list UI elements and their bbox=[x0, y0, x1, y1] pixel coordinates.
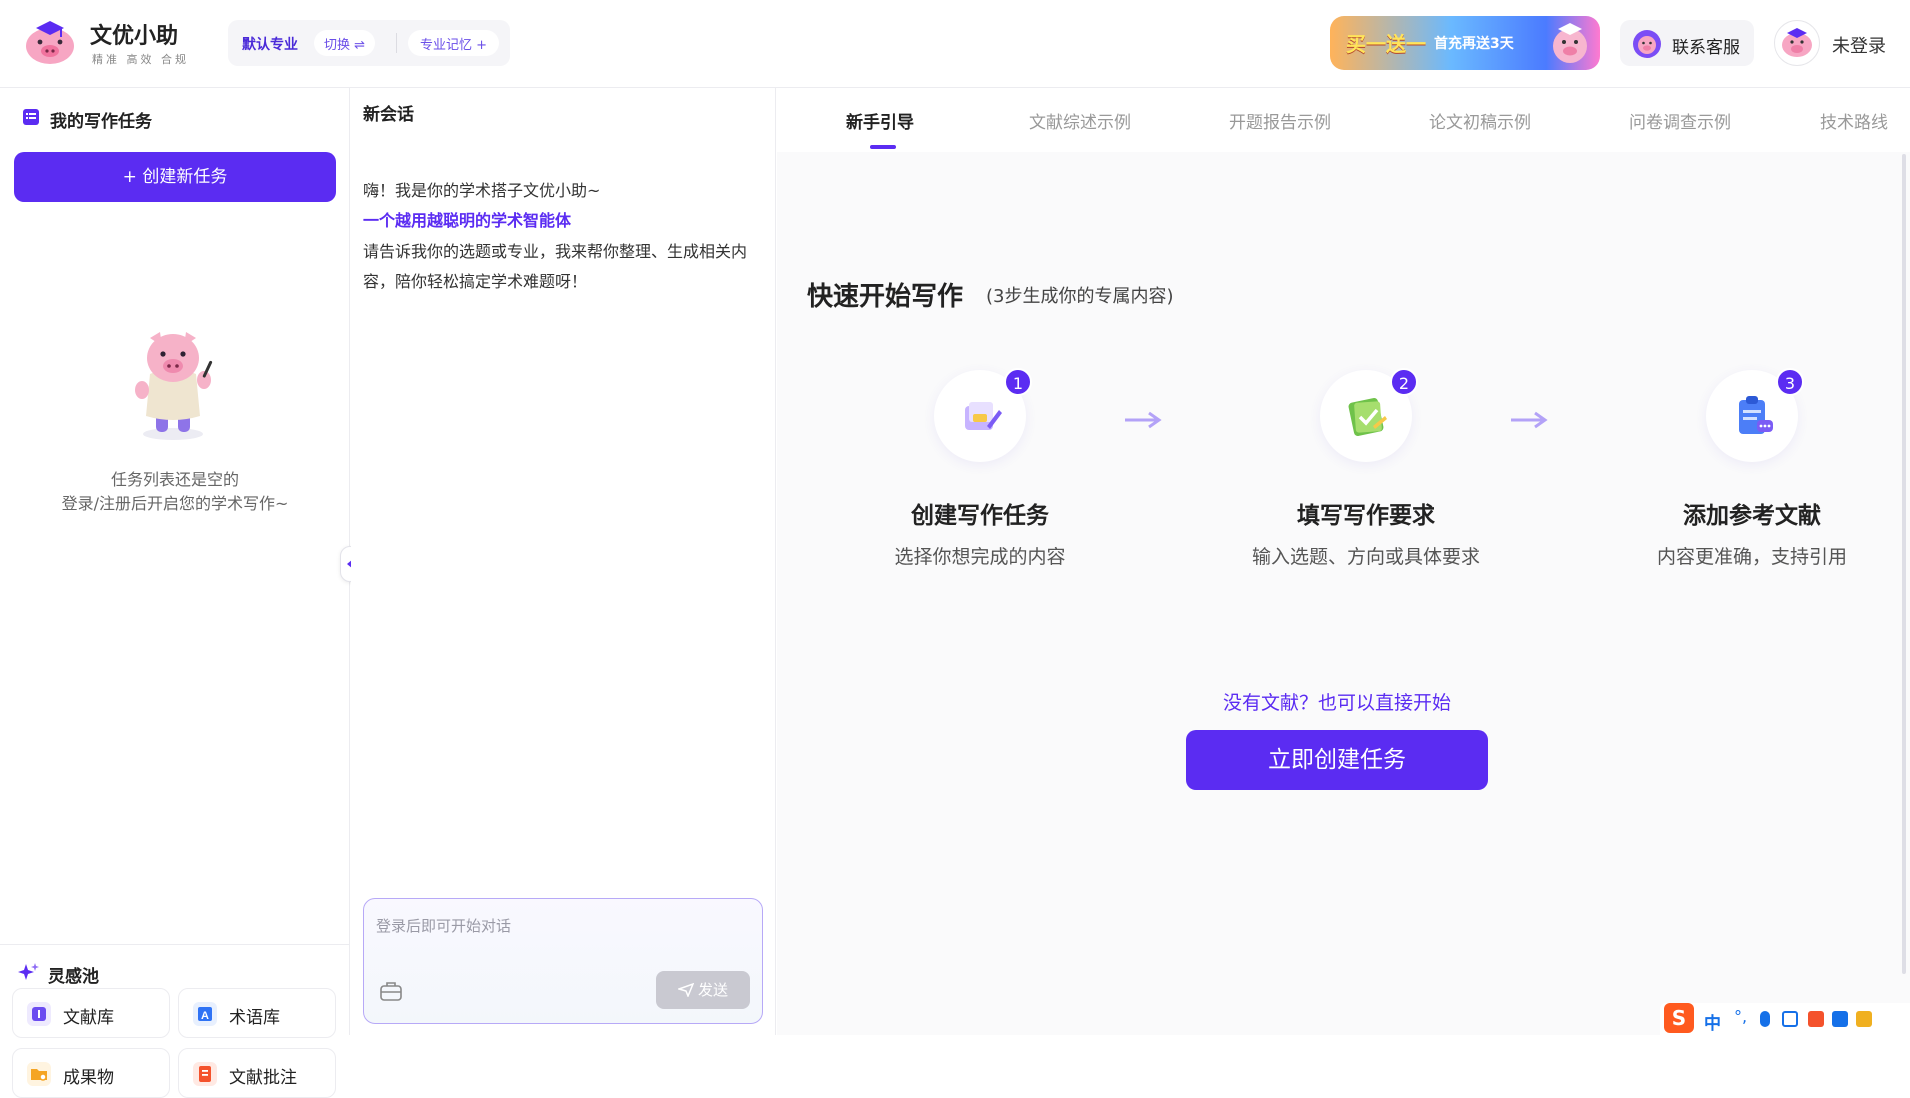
add-references-icon bbox=[1739, 396, 1773, 434]
brand-title: 文优小助 bbox=[90, 24, 179, 49]
inspiration-title: 灵感池 bbox=[48, 967, 99, 987]
step-2-title: 填写写作要求 bbox=[1297, 503, 1435, 529]
tab-lit-review-example[interactable]: 文献综述示例 bbox=[1029, 108, 1131, 133]
ime-chinese-mode[interactable]: 中 bbox=[1704, 1009, 1721, 1034]
main-content: 新手引导 文献综述示例 开题报告示例 论文初稿示例 问卷调查示例 技术路线 快速… bbox=[777, 88, 1910, 1035]
avatar-pig-icon bbox=[1782, 28, 1812, 57]
sidebar-title: 我的写作任务 bbox=[50, 112, 152, 132]
tool-label-glossary: 术语库 bbox=[229, 1008, 280, 1028]
send-icon bbox=[676, 982, 695, 998]
arrow-right-icon bbox=[1511, 411, 1548, 429]
brand-slogan: 精准 高效 合规 bbox=[92, 53, 189, 66]
example-tabs: 新手引导 文献综述示例 开题报告示例 论文初稿示例 问卷调查示例 技术路线 bbox=[777, 88, 1910, 152]
no-literature-link[interactable]: 没有文献？也可以直接开始 bbox=[777, 688, 1897, 715]
empty-state-line1: 任务列表还是空的 bbox=[110, 470, 239, 489]
annotation-button[interactable]: 文献批注 bbox=[178, 1048, 336, 1098]
book-icon bbox=[27, 1002, 51, 1026]
grid-icon[interactable] bbox=[1832, 1011, 1848, 1027]
task-sidebar: 我的写作任务 + 创建新任务 任务列表还是空的 登录/注册后开启您的学术写作~ … bbox=[0, 88, 350, 1098]
tab-proposal-example[interactable]: 开题报告示例 bbox=[1229, 108, 1331, 133]
mode-selector: 默认专业 切换 ⇌ 专业记忆 + bbox=[228, 20, 510, 66]
mode-switch-button[interactable]: 切换 ⇌ bbox=[314, 30, 376, 56]
ime-punctuation[interactable]: °, bbox=[1734, 1007, 1747, 1026]
mode-default-label: 默认专业 bbox=[242, 37, 298, 53]
tab-beginner-guide[interactable]: 新手引导 bbox=[846, 108, 914, 133]
task-list-icon bbox=[23, 109, 39, 125]
promo-subline: 首充再送3天 bbox=[1434, 36, 1514, 52]
step-1-desc: 选择你想完成的内容 bbox=[894, 546, 1066, 568]
empty-state-pig-illustration bbox=[135, 332, 213, 440]
inspiration-divider bbox=[0, 944, 350, 945]
quickstart-subtitle: (3步生成你的专属内容) bbox=[986, 286, 1174, 307]
tool-label-literature: 文献库 bbox=[63, 1008, 114, 1028]
send-label: 发送 bbox=[697, 981, 728, 999]
results-button[interactable]: 成果物 bbox=[12, 1048, 170, 1098]
literature-library-button[interactable]: 文献库 bbox=[12, 988, 170, 1038]
letter-a-icon: A bbox=[193, 1002, 217, 1026]
keyboard-icon[interactable] bbox=[1782, 1011, 1798, 1027]
chat-intro: 请告诉我你的选题或专业，我来帮你整理、生成相关内容，陪你轻松搞定学术难题呀！ bbox=[363, 242, 748, 291]
start-task-button[interactable]: 立即创建任务 bbox=[1186, 730, 1488, 790]
step-2-number: 2 bbox=[1390, 368, 1418, 396]
create-task-button[interactable]: + 创建新任务 bbox=[14, 152, 336, 202]
chat-panel: 新会话 嗨！我是你的学术搭子文优小助~ 一个越用越聪明的学术智能体 请告诉我你的… bbox=[351, 88, 776, 1035]
step-3-number: 3 bbox=[1776, 368, 1804, 396]
top-bar: 文优小助 精准 高效 合规 默认专业 切换 ⇌ 专业记忆 + 买一送一 首充再送… bbox=[0, 0, 1910, 88]
mode-memory-button[interactable]: 专业记忆 + bbox=[408, 30, 500, 56]
contact-support-button[interactable]: 联系客服 bbox=[1620, 20, 1754, 66]
empty-state-line2: 登录/注册后开启您的学术写作~ bbox=[61, 494, 289, 513]
chat-tagline: 一个越用越聪明的学术智能体 bbox=[363, 211, 572, 230]
chat-input-box[interactable]: 登录后即可开始对话 发送 bbox=[363, 898, 763, 1024]
step-3-title: 添加参考文献 bbox=[1683, 503, 1821, 529]
step-2-desc: 输入选题、方向或具体要求 bbox=[1251, 546, 1480, 568]
promo-pig-icon bbox=[1553, 23, 1587, 63]
main-scrollbar[interactable] bbox=[1902, 154, 1906, 974]
tab-tech-route[interactable]: 技术路线 bbox=[1820, 108, 1904, 133]
step-3-desc: 内容更准确，支持引用 bbox=[1656, 546, 1847, 568]
folder-icon bbox=[27, 1062, 51, 1086]
annotation-doc-icon bbox=[193, 1062, 217, 1086]
toolbox-ime-icon[interactable] bbox=[1856, 1011, 1872, 1027]
quickstart-title: 快速开始写作 bbox=[807, 282, 964, 312]
skin-icon[interactable] bbox=[1808, 1011, 1824, 1027]
promo-banner[interactable]: 买一送一 首充再送3天 bbox=[1330, 16, 1600, 70]
pig-logo-icon[interactable] bbox=[22, 18, 78, 66]
sparkle-icon bbox=[18, 963, 39, 980]
mode-divider bbox=[396, 33, 397, 53]
arrow-right-icon bbox=[1125, 411, 1162, 429]
promo-headline: 买一送一 bbox=[1346, 32, 1426, 56]
fill-requirements-icon bbox=[1348, 397, 1387, 437]
chat-title: 新会话 bbox=[363, 105, 414, 125]
step-1-title: 创建写作任务 bbox=[911, 503, 1049, 529]
step-1-number: 1 bbox=[1004, 368, 1032, 396]
contact-support-label: 联系客服 bbox=[1672, 38, 1740, 58]
svg-text:A: A bbox=[201, 1010, 209, 1022]
send-button[interactable]: 发送 bbox=[656, 971, 750, 1009]
chat-greeting: 嗨！我是你的学术搭子文优小助~ bbox=[363, 181, 601, 200]
microphone-icon[interactable] bbox=[1760, 1011, 1770, 1027]
tool-label-annotation: 文献批注 bbox=[229, 1068, 297, 1088]
support-pig-icon bbox=[1633, 30, 1661, 58]
glossary-library-button[interactable]: A 术语库 bbox=[178, 988, 336, 1038]
chat-input-placeholder[interactable]: 登录后即可开始对话 bbox=[376, 915, 511, 936]
active-tab-indicator bbox=[870, 145, 896, 149]
tab-draft-example[interactable]: 论文初稿示例 bbox=[1429, 108, 1531, 133]
ime-toolbar: S 中 °, bbox=[1660, 1003, 1910, 1035]
user-avatar[interactable] bbox=[1774, 20, 1820, 66]
ime-logo-icon[interactable]: S bbox=[1664, 1003, 1694, 1033]
tool-label-results: 成果物 bbox=[63, 1068, 114, 1088]
tab-survey-example[interactable]: 问卷调查示例 bbox=[1629, 108, 1731, 133]
toolbox-icon[interactable] bbox=[380, 981, 402, 1001]
create-task-icon bbox=[965, 402, 1002, 430]
login-status[interactable]: 未登录 bbox=[1832, 32, 1886, 58]
